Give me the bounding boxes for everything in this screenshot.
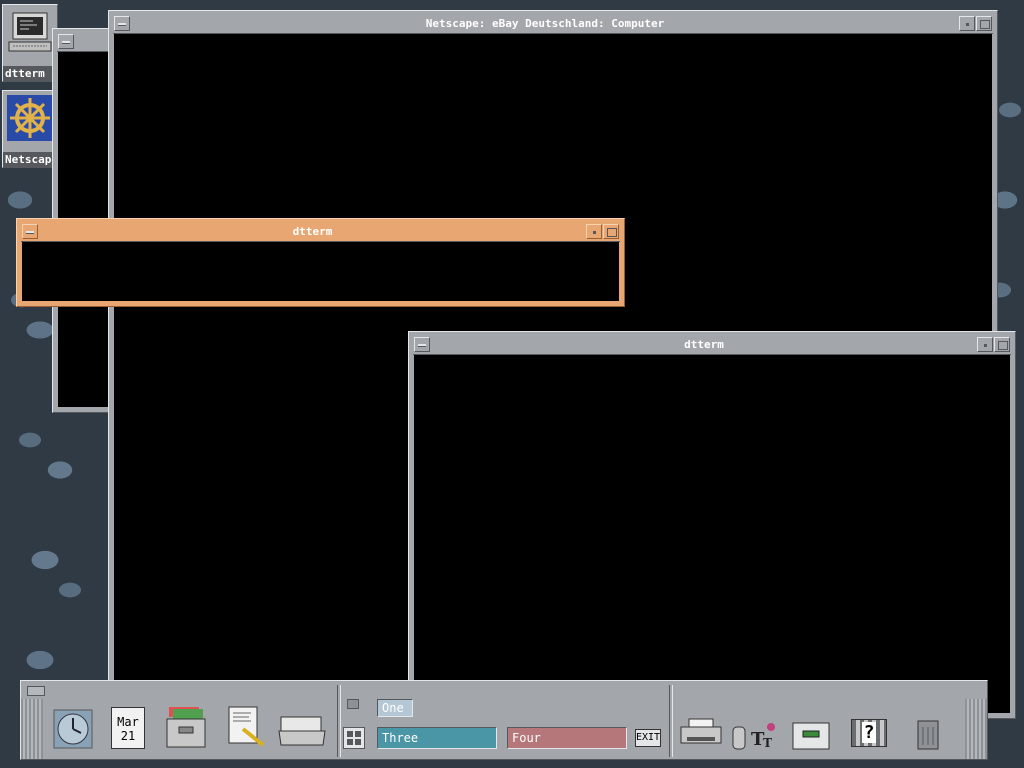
mail-icon[interactable] <box>277 713 327 747</box>
application-manager-icon[interactable] <box>791 721 833 751</box>
minimize-button[interactable] <box>586 224 602 239</box>
workspace-label: Four <box>512 731 541 745</box>
maximize-button[interactable] <box>994 337 1010 352</box>
window-menu-button[interactable] <box>114 16 130 31</box>
window-menu-button[interactable] <box>414 337 430 352</box>
dtterm-active-titlebar[interactable]: dtterm <box>21 223 620 242</box>
file-manager-icon[interactable] <box>163 705 209 749</box>
panel-drag-handle-right[interactable] <box>965 699 987 759</box>
terminal-content[interactable] <box>22 242 619 301</box>
window-title: Netscape: eBay Deutschland: Computer <box>425 17 665 30</box>
window-menu-button[interactable] <box>58 34 74 49</box>
workspace-button-one[interactable]: One <box>377 699 413 717</box>
calendar-day: 21 <box>120 729 136 743</box>
desktop-icon-label: dtterm <box>3 66 57 81</box>
ships-wheel-icon <box>7 95 53 141</box>
minimize-button[interactable] <box>977 337 993 352</box>
workspace-button-three[interactable]: Three <box>377 727 497 749</box>
calendar-month: Mar <box>117 715 139 729</box>
panel-drag-handle-left[interactable] <box>21 699 43 759</box>
desktop-icon-dtterm[interactable]: dtterm <box>2 4 58 82</box>
workspace-label: Three <box>382 731 419 745</box>
style-manager-icon[interactable]: T T <box>731 721 781 751</box>
help-label: ? <box>861 722 877 743</box>
exit-button[interactable]: EXIT <box>635 729 661 747</box>
dtterm-window-active[interactable]: dtterm <box>16 218 625 307</box>
minimize-button[interactable] <box>959 16 975 31</box>
front-panel: Mar 21 One Three Four EXIT T T ? <box>20 680 988 760</box>
text-editor-icon[interactable] <box>223 705 269 749</box>
terminal-icon <box>8 12 52 52</box>
workspace-pager-icon[interactable] <box>343 727 365 749</box>
maximize-button[interactable] <box>976 16 992 31</box>
workspace-button-four[interactable]: Four <box>507 727 627 749</box>
panel-menu-handle[interactable] <box>27 686 45 696</box>
workspace-lock-icon[interactable] <box>347 699 359 709</box>
trash-icon[interactable] <box>913 717 943 751</box>
desktop-icon-label: Netscape <box>3 152 57 167</box>
clock-icon[interactable] <box>53 709 93 749</box>
help-manager-icon[interactable]: ? <box>851 719 887 747</box>
svg-text:T: T <box>763 736 772 750</box>
printer-icon[interactable] <box>679 717 723 747</box>
window-title: dtterm <box>684 338 724 351</box>
maximize-button[interactable] <box>603 224 619 239</box>
netscape-titlebar[interactable]: Netscape: eBay Deutschland: Computer <box>113 15 993 34</box>
window-menu-button[interactable] <box>22 224 38 239</box>
workspace-label: One <box>382 701 404 715</box>
panel-divider <box>669 685 673 757</box>
dtterm-lower-titlebar[interactable]: dtterm <box>413 336 1011 355</box>
panel-divider <box>337 685 341 757</box>
calendar-icon[interactable]: Mar 21 <box>111 707 145 749</box>
exit-label: EXIT <box>636 732 661 743</box>
terminal-content[interactable] <box>414 355 1010 713</box>
dtterm-window-lower[interactable]: dtterm <box>408 331 1016 719</box>
window-title: dtterm <box>292 225 333 238</box>
desktop-icon-netscape[interactable]: Netscape <box>2 90 58 168</box>
